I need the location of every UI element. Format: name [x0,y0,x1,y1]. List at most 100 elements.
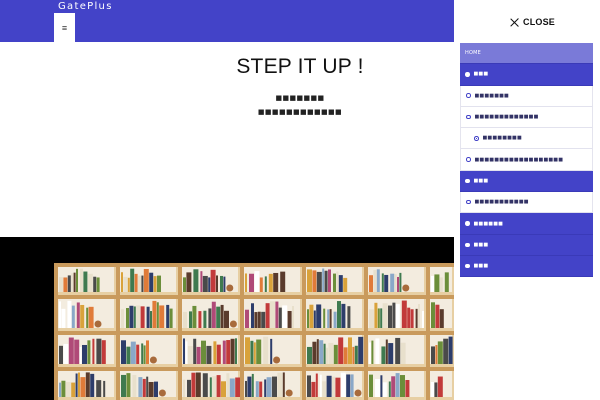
book [340,372,346,397]
book [121,272,123,292]
book [136,344,140,364]
book [261,311,266,328]
book [201,340,206,364]
book [322,381,327,397]
book [146,340,149,364]
book [352,346,355,364]
book [88,306,94,328]
book [146,376,149,397]
menu-item-11[interactable]: ■■■ [460,255,593,278]
book [223,276,226,292]
book [369,309,374,328]
book [326,375,332,397]
book [191,372,196,397]
bullet-icon [466,199,471,205]
book [418,304,420,328]
book [381,346,386,364]
book [307,346,312,364]
book [245,309,249,328]
book [369,342,371,364]
book [121,309,124,328]
book [392,302,396,328]
menu-item-6[interactable]: ■■■■■■■■■■■■■■■■■■ [460,149,593,171]
book [400,342,406,364]
book [193,338,197,364]
book [405,380,410,397]
book [329,309,332,328]
book [395,373,400,397]
menu-item-label: ■■■■■■■■■■■■■ [474,114,539,121]
hamburger-icon: ≡ [61,22,68,33]
book [222,340,226,364]
book [59,345,63,364]
book [141,343,144,364]
book [61,380,66,397]
book [148,381,154,397]
book [127,277,130,292]
book [245,380,247,397]
book [369,374,373,397]
book [341,303,346,328]
vase [149,356,157,364]
book [206,345,212,364]
book [395,304,400,328]
book [264,379,267,397]
book [67,300,72,328]
menu-item-7[interactable]: ■■■ [460,170,593,193]
vase [94,320,102,328]
book [90,373,95,397]
menu-item-5-sub[interactable]: ■■■■■■■■ [460,128,593,150]
menu-item-label: ■■■ [473,177,489,184]
book [209,377,212,397]
book [251,303,254,328]
book [152,300,157,328]
menu-item-9[interactable]: ■■■■■■ [460,213,593,235]
menu-item-2[interactable]: ■■■ [460,64,593,86]
vase [402,284,410,292]
book [443,338,449,364]
book [143,345,146,364]
menu-item-3[interactable]: ■■■■■■■ [460,85,593,107]
book [226,340,231,364]
bullet-icon [466,93,471,98]
book [63,343,69,364]
book [380,308,383,328]
menu-item-label: ■■■■■■■■ [482,135,522,142]
book [270,338,273,364]
book [265,303,270,328]
bullet-icon [465,221,470,226]
menu-toggle-button[interactable]: ≡ [54,13,75,43]
hero-title: STEP IT UP ! [236,55,364,78]
book [333,344,338,364]
book [59,301,61,328]
book [183,379,185,397]
book [183,311,187,328]
book [327,309,330,328]
vase [226,284,234,292]
book [263,336,269,364]
book [224,310,229,328]
book [187,346,193,364]
book [287,310,292,328]
shelf-board [54,331,454,335]
menu-item-8[interactable]: ■■■■■■■■■■■ [460,192,593,214]
book [154,381,158,397]
book [169,308,173,328]
book [328,342,334,364]
book [388,305,392,328]
menu-item-home[interactable]: HOME [460,43,593,65]
book [216,375,221,397]
menu-item-4[interactable]: ■■■■■■■■■■■■■ [460,106,593,129]
book [323,308,326,328]
book [96,277,100,292]
close-menu-button[interactable]: CLOSE [510,15,555,29]
book [208,308,212,328]
menu-item-10[interactable]: ■■■ [460,234,593,256]
site-logo[interactable]: GatePlus [58,1,113,12]
book [75,373,78,397]
book [196,346,201,364]
book [390,273,395,292]
book [333,273,336,292]
menu-item-label: ■■■■■■■■■■■ [474,199,529,206]
book [381,273,384,292]
